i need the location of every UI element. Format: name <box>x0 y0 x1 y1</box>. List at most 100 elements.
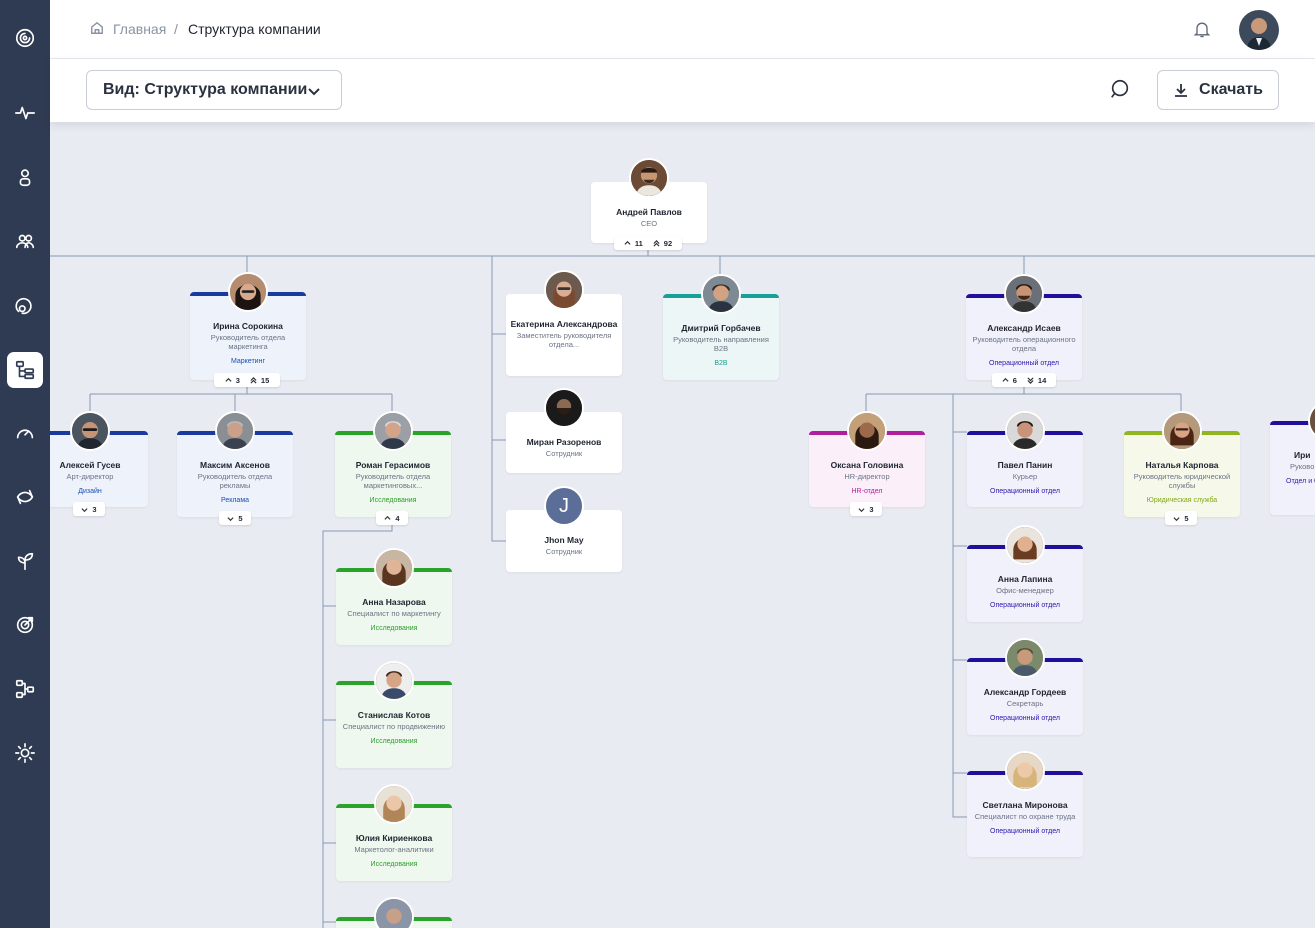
employee-photo <box>373 411 413 451</box>
logo-icon[interactable] <box>7 20 43 56</box>
workflow-icon[interactable] <box>7 671 43 707</box>
aksenov-subordinate-counter[interactable]: 5 <box>219 511 251 525</box>
home-icon[interactable] <box>90 21 106 37</box>
employee-name: Наталья Карпова <box>1145 460 1219 470</box>
employee-photo <box>1005 751 1045 791</box>
double-chevron-up-icon <box>653 239 660 247</box>
employee-photo <box>544 270 584 310</box>
employee-name: Оксана Головина <box>830 460 904 470</box>
view-select-dropdown[interactable]: Вид: Структура компании <box>86 70 342 110</box>
counter-direct: 5 <box>1184 513 1189 523</box>
goals-icon[interactable] <box>7 607 43 643</box>
profile-icon[interactable] <box>7 159 43 195</box>
employee-name: Юлия Кириенкова <box>355 833 433 843</box>
employee-photo <box>70 411 110 451</box>
download-button-label: Скачать <box>1199 81 1263 98</box>
employee-position: Сотрудник <box>545 449 583 458</box>
employee-photo <box>1005 525 1045 565</box>
employee-card-kirienkova[interactable]: Юлия Кириенкова Маркетолог-аналитики Исс… <box>336 784 452 881</box>
employee-card-sorokina[interactable]: Ирина Сорокина Руководитель отдела марке… <box>190 272 306 380</box>
employee-position: Специалист по охране труда <box>974 812 1076 821</box>
employee-photo <box>701 274 741 314</box>
notification-bell-icon[interactable] <box>1192 19 1214 41</box>
employee-name: Ирина Сорокина <box>213 321 283 331</box>
ceo-subordinate-counter[interactable]: 11 92 <box>614 236 682 250</box>
employee-card-aleksandrova[interactable]: Екатерина Александрова Заместитель руков… <box>506 270 622 376</box>
org-structure-icon[interactable] <box>7 352 43 388</box>
sorokina-subordinate-counter[interactable]: 3 15 <box>214 373 280 387</box>
search-icon[interactable] <box>1109 78 1133 102</box>
employee-photo <box>215 411 255 451</box>
isaev-subordinate-counter[interactable]: 6 14 <box>992 373 1056 387</box>
employee-card-partial-right[interactable]: Ири Руково инфо Отдел и без <box>1270 401 1315 515</box>
employee-position: Секретарь <box>1006 699 1044 708</box>
employee-position: Руководитель отдела маркетинговых... <box>355 472 431 490</box>
employee-card-razorenov[interactable]: Миран Разоренов Сотрудник <box>506 388 622 473</box>
employee-position: Специалист по продвижению <box>342 722 446 731</box>
department-label: Операционный отдел <box>990 715 1060 722</box>
department-label: HR-отдел <box>851 488 883 495</box>
employee-card-gerasimov[interactable]: Роман Герасимов Руководитель отдела марк… <box>335 411 451 517</box>
counter-direct: 11 <box>634 238 643 248</box>
employee-name: Станислав Котов <box>357 710 431 720</box>
employee-card-gordeev[interactable]: Александр Гордеев Секретарь Операционный… <box>967 638 1083 735</box>
employee-card-gusev[interactable]: Алексей Гусев Арт-директор Дизайн <box>50 411 148 507</box>
pulse-icon[interactable] <box>7 95 43 131</box>
feedback-icon[interactable] <box>7 287 43 323</box>
employee-card-golovina[interactable]: Оксана Головина HR-директор HR-отдел <box>809 411 925 507</box>
breadcrumb-separator: / <box>174 21 178 37</box>
employee-card-aksenov[interactable]: Максим Аксенов Руководитель отдела рекла… <box>177 411 293 517</box>
karpova-subordinate-counter[interactable]: 5 <box>1165 511 1197 525</box>
chevron-down-icon <box>308 88 320 96</box>
growth-icon[interactable] <box>7 543 43 579</box>
employee-card-jhon-may[interactable]: J Jhon May Сотрудник <box>506 486 622 572</box>
employee-card-nazarova[interactable]: Анна Назарова Специалист по маркетингу И… <box>336 548 452 645</box>
employee-card-partial-research[interactable] <box>336 897 452 928</box>
employee-name: Миран Разоренов <box>526 437 602 447</box>
view-select-label: Вид: Структура компании <box>103 81 308 98</box>
golovina-subordinate-counter[interactable]: 3 <box>850 502 882 516</box>
employee-card-ceo[interactable]: Андрей Павлов CEO <box>591 158 707 243</box>
department-label: B2B <box>714 360 728 367</box>
employee-photo <box>228 272 268 312</box>
performance-icon[interactable] <box>7 415 43 451</box>
sync-icon[interactable] <box>7 479 43 515</box>
employee-position: Руководитель операционного отдела <box>972 335 1076 353</box>
employee-card-mironova[interactable]: Светлана Миронова Специалист по охране т… <box>967 751 1083 857</box>
user-avatar[interactable] <box>1239 10 1279 50</box>
employee-position: Заместитель руководителя отдела... <box>516 331 612 349</box>
double-chevron-down-icon <box>1027 376 1034 384</box>
employee-card-karpova[interactable]: Наталья Карпова Руководитель юридической… <box>1124 411 1240 517</box>
download-button[interactable]: Скачать <box>1157 70 1279 110</box>
employee-name: Екатерина Александрова <box>510 319 618 329</box>
employee-card-kotov[interactable]: Станислав Котов Специалист по продвижени… <box>336 661 452 768</box>
employee-card-panin[interactable]: Павел Панин Курьер Операционный отдел <box>967 411 1083 507</box>
chevron-down-icon <box>227 516 234 521</box>
department-label: Дизайн <box>78 488 102 495</box>
employee-card-gorbachev[interactable]: Дмитрий Горбачев Руководитель направлени… <box>663 274 779 380</box>
sidebar <box>0 0 50 928</box>
gerasimov-subordinate-counter[interactable]: 4 <box>376 511 408 525</box>
counter-total: 14 <box>1037 375 1047 385</box>
counter-total: 92 <box>663 238 673 248</box>
settings-icon[interactable] <box>7 735 43 771</box>
counter-direct: 3 <box>235 375 240 385</box>
employee-photo <box>374 661 414 701</box>
team-icon[interactable] <box>7 223 43 259</box>
employee-card-isaev[interactable]: Александр Исаев Руководитель операционно… <box>966 274 1082 380</box>
employee-photo <box>544 388 584 428</box>
toolbar: Вид: Структура компании Скачать <box>50 59 1315 122</box>
employee-card-lapina[interactable]: Анна Лапина Офис-менеджер Операционный о… <box>967 525 1083 622</box>
department-label: Реклама <box>220 497 250 504</box>
employee-position: Сотрудник <box>545 547 583 556</box>
employee-position: Руководитель юридической службы <box>1133 472 1231 490</box>
org-chart-canvas[interactable]: Андрей Павлов CEO 11 92 Ирина Сорокина Р… <box>50 122 1315 928</box>
double-chevron-up-icon <box>250 376 257 384</box>
gusev-subordinate-counter[interactable]: 3 <box>73 502 105 516</box>
breadcrumb-home-link[interactable]: Главная <box>113 21 166 37</box>
employee-position: Руководитель отдела маркетинга <box>210 333 286 351</box>
employee-name: Андрей Павлов <box>616 207 682 217</box>
chevron-up-icon <box>1002 377 1009 382</box>
department-label: Маркетинг <box>230 358 266 365</box>
employee-name: Дмитрий Горбачев <box>681 323 761 333</box>
